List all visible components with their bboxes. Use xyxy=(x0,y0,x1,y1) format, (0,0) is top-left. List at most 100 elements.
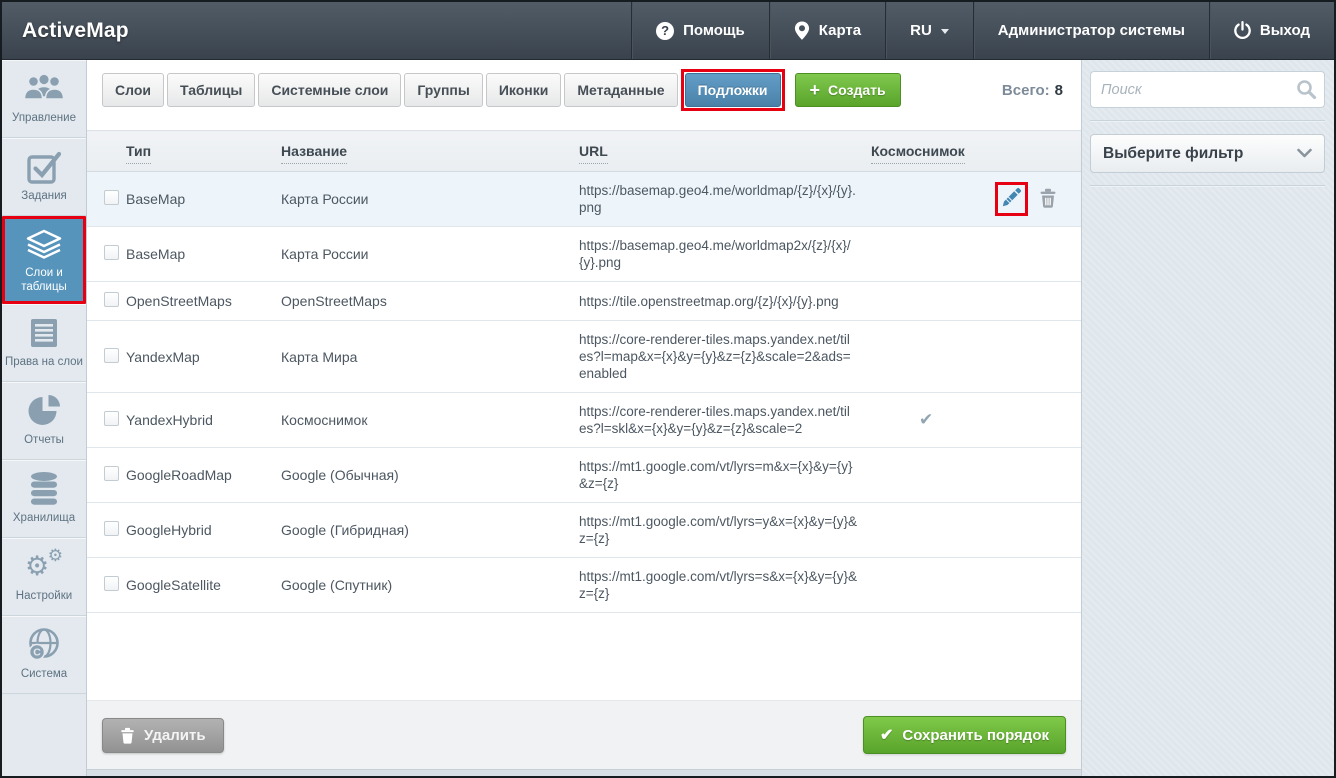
cell-type: GoogleSatellite xyxy=(126,558,281,613)
svg-text:C: C xyxy=(33,647,41,659)
trash-icon xyxy=(120,727,135,744)
search-input[interactable] xyxy=(1090,71,1325,108)
column-header-type[interactable]: Тип xyxy=(126,143,151,164)
sidebar-item-reports[interactable]: Отчеты xyxy=(2,382,86,460)
table-row[interactable]: YandexMap Карта Мира https://core-render… xyxy=(87,321,1081,393)
chevron-down-icon xyxy=(941,29,949,34)
filter-dropdown-label: Выберите фильтр xyxy=(1103,145,1243,163)
delete-button[interactable]: Удалить xyxy=(102,718,224,753)
cell-type: BaseMap xyxy=(126,227,281,282)
save-order-label: Сохранить порядок xyxy=(902,727,1049,744)
list-icon xyxy=(27,315,61,351)
cell-name: Google (Гибридная) xyxy=(281,503,579,558)
delete-row-icon[interactable] xyxy=(1039,188,1057,211)
app-logo: ActiveMap xyxy=(2,2,631,59)
cell-url: https://mt1.google.com/vt/lyrs=m&x={x}&y… xyxy=(579,448,871,503)
cell-name: Космоснимок xyxy=(281,393,579,448)
cell-type: BaseMap xyxy=(126,172,281,227)
sidebar-item-tasks[interactable]: Задания xyxy=(2,138,86,216)
pie-icon xyxy=(26,393,62,429)
annotation-box-active-tab: Подложки xyxy=(681,69,785,111)
top-bar: ActiveMap ? Помощь Карта RU Администрато… xyxy=(2,2,1334,60)
cell-name: Карта России xyxy=(281,227,579,282)
cell-name: OpenStreetMaps xyxy=(281,282,579,321)
column-header-url[interactable]: URL xyxy=(579,143,608,164)
sidebar-item-label: Управление xyxy=(12,112,76,126)
cell-type: GoogleRoadMap xyxy=(126,448,281,503)
filter-dropdown[interactable]: Выберите фильтр xyxy=(1090,134,1325,173)
sidebar-item-label: Отчеты xyxy=(24,434,64,448)
map-menu-item[interactable]: Карта xyxy=(769,2,885,59)
cell-url: https://core-renderer-tiles.maps.yandex.… xyxy=(579,321,871,393)
sidebar-item-storages[interactable]: Хранилища xyxy=(2,460,86,538)
tab-icons[interactable]: Иконки xyxy=(486,73,562,107)
table-row[interactable]: GoogleRoadMap Google (Обычная) https://m… xyxy=(87,448,1081,503)
row-checkbox[interactable] xyxy=(104,245,119,260)
total-count-value: 8 xyxy=(1055,82,1063,99)
cell-url: https://mt1.google.com/vt/lyrs=s&x={x}&y… xyxy=(579,558,871,613)
checkmark-icon: ✔ xyxy=(919,410,933,429)
table-row[interactable]: OpenStreetMaps OpenStreetMaps https://ti… xyxy=(87,282,1081,321)
tab-metadata[interactable]: Метаданные xyxy=(564,73,677,107)
sidebar-item-settings[interactable]: ⚙ ⚙ Настройки xyxy=(2,538,86,616)
tab-layers[interactable]: Слои xyxy=(102,73,164,107)
row-checkbox[interactable] xyxy=(104,292,119,307)
tab-bar: Слои Таблицы Системные слои Группы Иконк… xyxy=(87,60,1081,120)
sidebar-item-label: Слои и таблицы xyxy=(7,267,81,295)
logout-menu-item[interactable]: Выход xyxy=(1209,2,1334,59)
row-checkbox[interactable] xyxy=(104,411,119,426)
create-button[interactable]: + Создать xyxy=(795,73,901,107)
row-checkbox[interactable] xyxy=(104,521,119,536)
language-selector[interactable]: RU xyxy=(885,2,973,59)
table-row[interactable]: GoogleSatellite Google (Спутник) https:/… xyxy=(87,558,1081,613)
power-icon xyxy=(1234,21,1251,40)
table-row[interactable]: BaseMap Карта России https://basemap.geo… xyxy=(87,172,1081,227)
table-row[interactable]: BaseMap Карта России https://basemap.geo… xyxy=(87,227,1081,282)
tab-system-layers[interactable]: Системные слои xyxy=(258,73,401,107)
row-checkbox[interactable] xyxy=(104,190,119,205)
cell-url: https://basemap.geo4.me/worldmap2x/{z}/{… xyxy=(579,227,871,282)
column-header-name[interactable]: Название xyxy=(281,143,347,164)
cell-url: https://basemap.geo4.me/worldmap/{z}/{x}… xyxy=(579,172,871,227)
cell-name: Google (Спутник) xyxy=(281,558,579,613)
edit-icon[interactable] xyxy=(1001,187,1022,211)
layers-icon xyxy=(25,226,63,262)
sidebar-item-layer-rights[interactable]: Права на слои xyxy=(2,304,86,382)
create-button-label: Создать xyxy=(828,82,886,98)
sidebar-item-management[interactable]: Управление xyxy=(2,60,86,138)
sidebar-item-system[interactable]: C Система xyxy=(2,616,86,694)
column-header-cosmo[interactable]: Космоснимок xyxy=(871,143,965,164)
row-checkbox[interactable] xyxy=(104,576,119,591)
language-label: RU xyxy=(910,22,932,39)
user-name-label: Администратор системы xyxy=(998,22,1185,39)
table-row[interactable]: YandexHybrid Космоснимок https://core-re… xyxy=(87,393,1081,448)
sidebar-item-label: Права на слои xyxy=(5,356,83,370)
logout-label: Выход xyxy=(1260,22,1310,39)
table-footer: Удалить ✔ Сохранить порядок xyxy=(87,700,1081,769)
table-row[interactable]: GoogleHybrid Google (Гибридная) https://… xyxy=(87,503,1081,558)
row-checkbox[interactable] xyxy=(104,348,119,363)
current-user[interactable]: Администратор системы xyxy=(973,2,1209,59)
table-header-row: Тип Название URL Космоснимок xyxy=(87,131,1081,172)
filter-panel: Выберите фильтр xyxy=(1082,60,1334,776)
search-icon[interactable] xyxy=(1296,79,1317,105)
tab-groups[interactable]: Группы xyxy=(404,73,482,107)
help-icon: ? xyxy=(656,22,674,40)
cell-type: OpenStreetMaps xyxy=(126,282,281,321)
bottom-strip xyxy=(87,769,1081,776)
cell-name: Google (Обычная) xyxy=(281,448,579,503)
save-order-button[interactable]: ✔ Сохранить порядок xyxy=(863,716,1066,754)
map-pin-icon xyxy=(794,21,810,41)
row-checkbox[interactable] xyxy=(104,466,119,481)
database-icon xyxy=(26,471,62,507)
cell-type: YandexMap xyxy=(126,321,281,393)
tab-tables[interactable]: Таблицы xyxy=(167,73,255,107)
help-label: Помощь xyxy=(683,22,745,39)
basemaps-table-zone: Тип Название URL Космоснимок BaseMap Кар… xyxy=(87,130,1081,700)
sidebar-item-label: Настройки xyxy=(16,590,72,604)
help-menu-item[interactable]: ? Помощь xyxy=(631,2,769,59)
users-icon xyxy=(23,71,65,107)
sidebar: Управление Задания Слои и таблицы xyxy=(2,60,87,776)
sidebar-item-layers-tables[interactable]: Слои и таблицы xyxy=(2,216,86,304)
tab-basemaps[interactable]: Подложки xyxy=(685,73,781,107)
